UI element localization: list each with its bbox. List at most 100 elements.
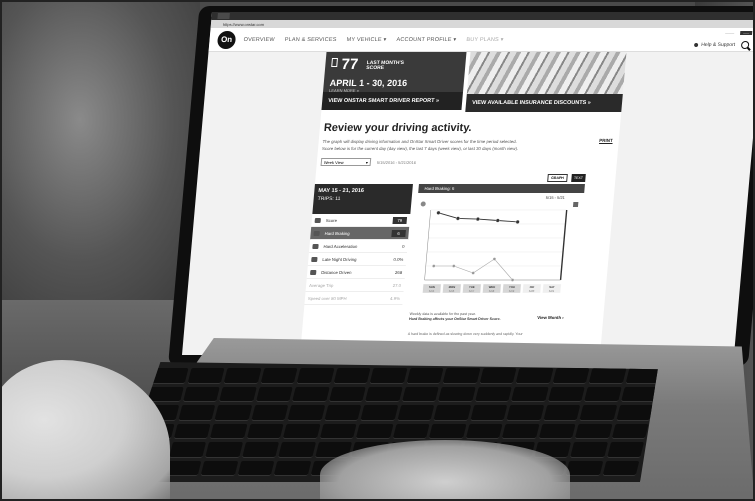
view-month-link[interactable]: View Month ›	[537, 315, 564, 320]
keyboard-key	[516, 368, 553, 384]
car-icon	[310, 269, 317, 275]
metric-label: Late Night Driving	[322, 256, 357, 262]
day-date: 5/17	[469, 289, 475, 293]
metric-label: Speed over 80 MPH	[307, 295, 347, 301]
keyboard-key	[402, 387, 439, 403]
metric-row-score[interactable]: Score 79	[311, 214, 411, 227]
keyboard-key	[611, 424, 648, 440]
chevron-down-icon: ▾	[365, 160, 369, 165]
help-icon	[694, 43, 699, 47]
view-insurance-link[interactable]: VIEW AVAILABLE INSURANCE DISCOUNTS »	[465, 94, 623, 112]
keyboard-key	[224, 368, 261, 384]
moon-icon	[311, 256, 318, 262]
chart-marker-icon	[420, 201, 426, 207]
keyboard-key	[465, 424, 502, 440]
score-value: 77	[340, 56, 359, 73]
search-icon[interactable]	[740, 41, 750, 49]
data-point	[495, 218, 500, 223]
keyboard-key	[242, 442, 279, 458]
view-select-value: Week View	[323, 160, 344, 165]
keyboard-key	[319, 424, 356, 440]
score-date-range: APRIL 1 - 30, 2016	[329, 78, 408, 88]
metric-label: Score	[325, 217, 338, 223]
data-point	[452, 264, 456, 268]
hard-braking-chart: SUN 5/15 MON 5/16 TUE 5/17 WED 5/18 THU 5/19 FRI 5/…	[409, 201, 588, 302]
keyboard-key	[260, 368, 297, 384]
metric-value: 6	[391, 229, 406, 237]
nav-my-vehicle[interactable]: MY VEHICLE ▾	[346, 37, 386, 43]
keyboard-key	[475, 387, 512, 403]
metric-row-hard-braking[interactable]: Hard Braking 6	[310, 227, 410, 240]
right-hand	[320, 440, 570, 501]
keyboard-key	[429, 424, 466, 440]
view-report-link[interactable]: VIEW ONSTAR SMART DRIVER REPORT »	[321, 92, 464, 110]
onstar-logo[interactable]: On	[216, 30, 237, 49]
metric-label: Hard Acceleration	[323, 243, 358, 249]
metric-row-speed[interactable]: Speed over 80 MPH 4.9%	[304, 292, 404, 305]
metric-row-average-trip[interactable]: Average Trip 27.0	[305, 279, 405, 292]
print-link[interactable]: PRINT	[599, 138, 613, 143]
data-point	[471, 271, 475, 275]
keyboard-key	[187, 368, 224, 384]
nav-buy-plans[interactable]: BUY PLANS ▾	[466, 37, 504, 43]
keyboard-key	[360, 405, 397, 421]
metric-row-hard-acceleration[interactable]: Hard Acceleration 0	[308, 240, 409, 253]
review-desc-1: The graph will display driving informati…	[322, 139, 518, 144]
metric-row-late-night[interactable]: Late Night Driving 0.0%	[307, 253, 407, 266]
nav-plan-services[interactable]: PLAN & SERVICES	[284, 37, 336, 43]
keyboard-key	[502, 424, 539, 440]
keyboard-key	[392, 424, 429, 440]
main-content: 77 LAST MONTH'S SCORE APRIL 1 - 30, 2016…	[300, 52, 627, 355]
keyboard-key	[511, 387, 548, 403]
keyboard-key	[356, 424, 393, 440]
day-date: 5/15	[429, 289, 435, 293]
keyboard-key	[169, 442, 206, 458]
selected-dates: 5/15/2016 - 5/21/2016	[376, 160, 417, 165]
review-title: Review your driving activity.	[323, 122, 473, 134]
background-person-blur	[0, 0, 200, 300]
chart-range: 5/15 - 5/21	[545, 195, 566, 200]
view-select[interactable]: Week View ▾	[320, 158, 372, 166]
keyboard-key	[324, 405, 361, 421]
keyboard-key	[548, 387, 585, 403]
score-icon	[314, 217, 322, 223]
keyboard-key	[274, 461, 311, 477]
browser-tab[interactable]	[217, 13, 230, 19]
keyboard-key	[219, 387, 256, 403]
keyboard-key	[183, 387, 220, 403]
score-axis-icon	[572, 202, 579, 207]
keyboard-key	[287, 405, 324, 421]
keyboard-key	[589, 368, 626, 384]
metric-value: 268	[394, 269, 403, 275]
keyboard-key	[438, 387, 475, 403]
brake-icon	[313, 230, 320, 236]
keyboard-key	[205, 442, 242, 458]
metric-row-distance[interactable]: Distance Driven 268	[306, 266, 406, 279]
review-description: The graph will display driving informati…	[322, 138, 583, 153]
keyboard-key	[602, 461, 639, 477]
keyboard-key	[214, 405, 251, 421]
keyboard-key	[552, 368, 589, 384]
metric-label: Hard Braking	[324, 230, 350, 236]
data-point	[492, 257, 497, 261]
sign-out-button[interactable]: ——	[739, 31, 753, 35]
keyboard-key	[397, 405, 434, 421]
account-link[interactable]: ———	[725, 31, 734, 35]
site-navbar: On OVERVIEW PLAN & SERVICES MY VEHICLE ▾…	[208, 28, 755, 52]
browser-address-bar[interactable]: https://www.onstar.com	[210, 20, 755, 28]
graph-button[interactable]: GRAPH	[547, 174, 568, 182]
chart-svg: SUN5/15MON5/16TUE5/17WED5/18THU5/19FRI5/…	[420, 201, 579, 294]
week-range: MAY 15 - 21, 2016	[318, 188, 365, 194]
keyboard-key	[292, 387, 329, 403]
text-button[interactable]: TEXT	[571, 174, 586, 182]
keyboard-key	[365, 387, 402, 403]
weekly-note: Weekly data is available for the past ye…	[409, 312, 520, 323]
day-date: 5/20	[529, 289, 535, 293]
keyboard-key	[616, 405, 653, 421]
nav-account-profile[interactable]: ACCOUNT PROFILE ▾	[396, 37, 456, 43]
keyboard-key	[584, 387, 621, 403]
nav-overview[interactable]: OVERVIEW	[243, 37, 275, 43]
score-card: 77 LAST MONTH'S SCORE APRIL 1 - 30, 2016…	[323, 52, 467, 93]
keyboard-key	[543, 405, 580, 421]
help-support-link[interactable]: Help & Support	[694, 42, 735, 48]
